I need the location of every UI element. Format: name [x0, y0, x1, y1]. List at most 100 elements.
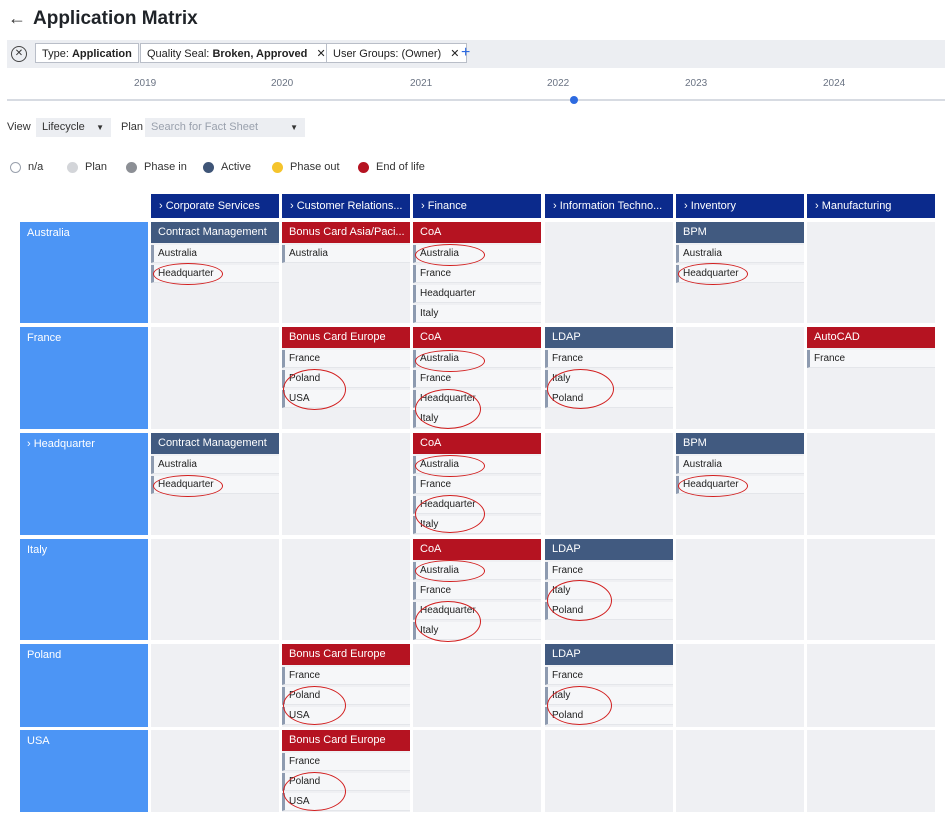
sub-item[interactable]: Australia	[413, 350, 541, 368]
sub-item[interactable]: Poland	[545, 390, 673, 408]
sub-item[interactable]: France	[545, 350, 673, 368]
sub-item[interactable]: Australia	[413, 562, 541, 580]
sub-item[interactable]: Australia	[676, 456, 804, 474]
sub-item[interactable]: France	[413, 370, 541, 388]
column-header[interactable]: › Finance	[413, 194, 541, 218]
application-card[interactable]: Bonus Card Europe	[282, 327, 410, 348]
timeline-year[interactable]: 2023	[685, 78, 707, 89]
sub-item[interactable]: Headquarter	[413, 602, 541, 620]
sub-item[interactable]: France	[413, 582, 541, 600]
matrix-cell: AutoCAD France	[807, 327, 935, 429]
sub-item[interactable]: Headquarter	[676, 476, 804, 494]
application-card[interactable]: Contract Management	[151, 433, 279, 454]
sub-item[interactable]: Australia	[413, 245, 541, 263]
timeline-year[interactable]: 2024	[823, 78, 845, 89]
remove-filter-icon[interactable]: ✕	[316, 48, 325, 60]
column-header[interactable]: › Information Techno...	[545, 194, 673, 218]
matrix-cell	[282, 433, 410, 535]
timeline-handle[interactable]	[570, 96, 578, 104]
row-header[interactable]: Australia	[20, 222, 148, 323]
back-arrow-icon[interactable]: ←	[8, 8, 26, 29]
sub-item[interactable]: Poland	[545, 602, 673, 620]
application-card[interactable]: LDAP	[545, 539, 673, 560]
matrix-cell	[676, 539, 804, 640]
sub-item[interactable]: France	[282, 350, 410, 368]
application-card[interactable]: LDAP	[545, 644, 673, 665]
sub-item[interactable]: USA	[282, 390, 410, 408]
application-card[interactable]: Bonus Card Asia/Paci...	[282, 222, 410, 243]
sub-item[interactable]: Headquarter	[151, 476, 279, 494]
row-header[interactable]: Poland	[20, 644, 148, 727]
application-card[interactable]: AutoCAD	[807, 327, 935, 348]
plan-search-select[interactable]: Search for Fact Sheet ▼	[145, 118, 305, 137]
legend-label: End of life	[376, 161, 425, 173]
column-header[interactable]: › Corporate Services	[151, 194, 279, 218]
application-card[interactable]: CoA	[413, 539, 541, 560]
filter-chip-user-groups[interactable]: User Groups: (Owner) ✕	[326, 43, 467, 63]
application-card[interactable]: LDAP	[545, 327, 673, 348]
column-header[interactable]: › Manufacturing	[807, 194, 935, 218]
row-header[interactable]: › Headquarter	[20, 433, 148, 535]
matrix-cell	[676, 327, 804, 429]
row-header[interactable]: Italy	[20, 539, 148, 640]
application-card[interactable]: BPM	[676, 433, 804, 454]
sub-item[interactable]: Italy	[545, 687, 673, 705]
sub-item[interactable]: Australia	[282, 245, 410, 263]
timeline-year[interactable]: 2022	[547, 78, 569, 89]
application-card[interactable]: Bonus Card Europe	[282, 644, 410, 665]
sub-item[interactable]: Italy	[413, 622, 541, 640]
sub-item[interactable]: Headquarter	[151, 265, 279, 283]
column-header[interactable]: › Inventory	[676, 194, 804, 218]
sub-item[interactable]: Headquarter	[413, 496, 541, 514]
clear-filters-icon[interactable]: ✕	[11, 46, 27, 62]
sub-item[interactable]: Australia	[413, 456, 541, 474]
sub-item[interactable]: Italy	[413, 410, 541, 428]
matrix-cell: Bonus Card Europe France Poland USA	[282, 644, 410, 727]
matrix-cell	[151, 327, 279, 429]
remove-filter-icon[interactable]: ✕	[450, 48, 459, 60]
row-header[interactable]: France	[20, 327, 148, 429]
sub-item[interactable]: Headquarter	[413, 390, 541, 408]
sub-item[interactable]: Headquarter	[413, 285, 541, 303]
timeline-track[interactable]	[7, 99, 945, 101]
view-label: View	[7, 121, 31, 133]
sub-item[interactable]: France	[282, 753, 410, 771]
sub-item[interactable]: Australia	[151, 456, 279, 474]
sub-item[interactable]: Headquarter	[676, 265, 804, 283]
sub-item[interactable]: France	[545, 562, 673, 580]
filter-chip-quality-seal[interactable]: Quality Seal: Broken, Approved ✕	[140, 43, 333, 63]
application-card[interactable]: CoA	[413, 327, 541, 348]
filter-chip-type[interactable]: Type: Application	[35, 43, 139, 63]
sub-item[interactable]: France	[545, 667, 673, 685]
sub-item[interactable]: France	[413, 265, 541, 283]
sub-item[interactable]: Poland	[282, 687, 410, 705]
sub-item[interactable]: Australia	[151, 245, 279, 263]
sub-item[interactable]: Poland	[282, 773, 410, 791]
column-header[interactable]: › Customer Relations...	[282, 194, 410, 218]
sub-item[interactable]: Italy	[545, 370, 673, 388]
timeline-year[interactable]: 2019	[134, 78, 156, 89]
row-header[interactable]: USA	[20, 730, 148, 812]
view-select[interactable]: Lifecycle ▼	[36, 118, 111, 137]
application-card[interactable]: BPM	[676, 222, 804, 243]
chevron-down-icon: ▼	[290, 123, 298, 132]
add-filter-icon[interactable]: +	[461, 44, 470, 62]
sub-item[interactable]: Italy	[413, 305, 541, 323]
timeline-year[interactable]: 2020	[271, 78, 293, 89]
application-card[interactable]: Bonus Card Europe	[282, 730, 410, 751]
sub-item[interactable]: Italy	[413, 516, 541, 534]
sub-item[interactable]: USA	[282, 707, 410, 725]
application-card[interactable]: CoA	[413, 222, 541, 243]
sub-item[interactable]: Italy	[545, 582, 673, 600]
sub-item[interactable]: Poland	[545, 707, 673, 725]
sub-item[interactable]: France	[282, 667, 410, 685]
application-card[interactable]: CoA	[413, 433, 541, 454]
matrix-cell: Bonus Card Asia/Paci... Australia	[282, 222, 410, 323]
sub-item[interactable]: Australia	[676, 245, 804, 263]
sub-item[interactable]: USA	[282, 793, 410, 811]
timeline-year[interactable]: 2021	[410, 78, 432, 89]
sub-item[interactable]: France	[413, 476, 541, 494]
sub-item[interactable]: Poland	[282, 370, 410, 388]
application-card[interactable]: Contract Management	[151, 222, 279, 243]
sub-item[interactable]: France	[807, 350, 935, 368]
